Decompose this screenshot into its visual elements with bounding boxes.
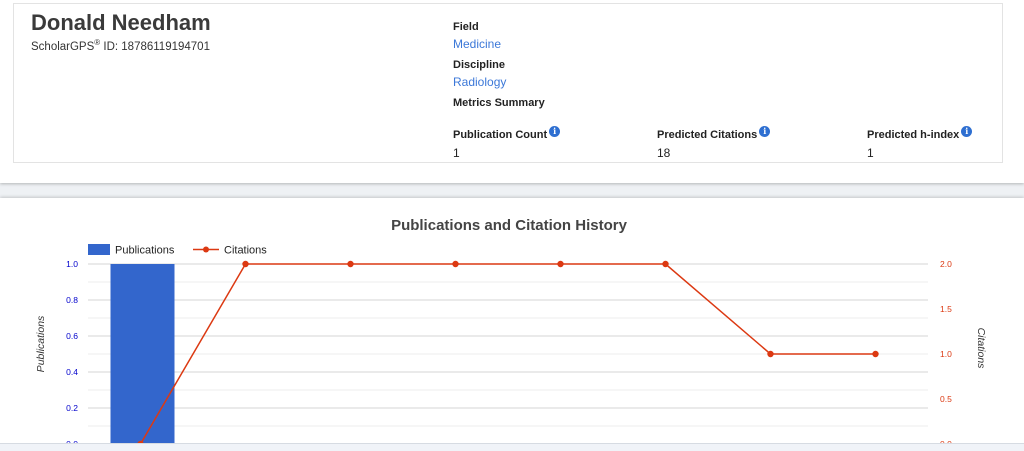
- left-axis-tick-label: 0.4: [66, 367, 78, 377]
- citations-point: [767, 350, 774, 358]
- citations-point: [452, 260, 459, 268]
- scholar-id-prefix: ScholarGPS: [31, 40, 95, 53]
- info-icon[interactable]: i: [961, 126, 973, 137]
- citations-point: [662, 260, 669, 268]
- metric-publication-count-value: 1: [453, 146, 460, 160]
- left-axis-tick-label: 1.0: [66, 259, 78, 269]
- citations-point: [557, 260, 564, 268]
- chart-title: Publications and Citation History: [391, 217, 628, 234]
- right-axis-tick-label: 1.5: [940, 304, 952, 314]
- metric-predicted-h-index-value: 1: [867, 146, 874, 160]
- metric-predicted-h-index-label: Predicted h-index i: [867, 126, 973, 141]
- profile-card: Donald Needham ScholarGPS® ID: 187861191…: [13, 3, 1003, 163]
- scholar-id: ScholarGPS® ID: 18786119194701: [31, 38, 210, 53]
- metric-publication-count-label: Publication Count i: [453, 126, 561, 141]
- citations-point: [347, 260, 354, 268]
- right-axis-title: Citations: [975, 328, 987, 370]
- metrics-summary-label: Metrics Summary: [453, 97, 545, 109]
- right-axis-tick-label: 0.5: [940, 394, 952, 404]
- right-axis-tick-label: 2.0: [940, 259, 952, 269]
- person-name: Donald Needham: [31, 10, 211, 35]
- legend-citations-marker: [203, 246, 209, 253]
- citations-point: [872, 350, 879, 358]
- left-axis-tick-label: 0.8: [66, 295, 78, 305]
- left-axis-tick-label: 0.2: [66, 403, 78, 413]
- discipline-label: Discipline: [453, 59, 505, 71]
- left-axis-tick-label: 0.6: [66, 331, 78, 341]
- profile-section: Donald Needham ScholarGPS® ID: 187861191…: [0, 0, 1024, 183]
- field-label: Field: [453, 21, 479, 33]
- left-axis-title: Publications: [35, 315, 47, 372]
- info-icon[interactable]: i: [549, 126, 561, 137]
- publications-bar: [110, 264, 175, 450]
- citations-point: [242, 260, 249, 268]
- legend-publications-swatch: [88, 244, 110, 255]
- legend-citations-label: Citations: [224, 245, 267, 257]
- metric-predicted-citations-value: 18: [657, 146, 671, 160]
- publications-citations-chart: Publications and Citation History0.00.20…: [35, 217, 987, 450]
- right-axis-tick-label: 1.0: [940, 349, 952, 359]
- scholar-id-number: ID: 18786119194701: [100, 40, 210, 53]
- legend-publications-label: Publications: [115, 245, 175, 257]
- metric-predicted-citations-label: Predicted Citations i: [657, 126, 771, 141]
- info-icon[interactable]: i: [759, 126, 771, 137]
- chart-section: Publications and Citation History0.00.20…: [0, 198, 1024, 450]
- discipline-link[interactable]: Radiology: [453, 75, 506, 89]
- field-link[interactable]: Medicine: [453, 37, 501, 51]
